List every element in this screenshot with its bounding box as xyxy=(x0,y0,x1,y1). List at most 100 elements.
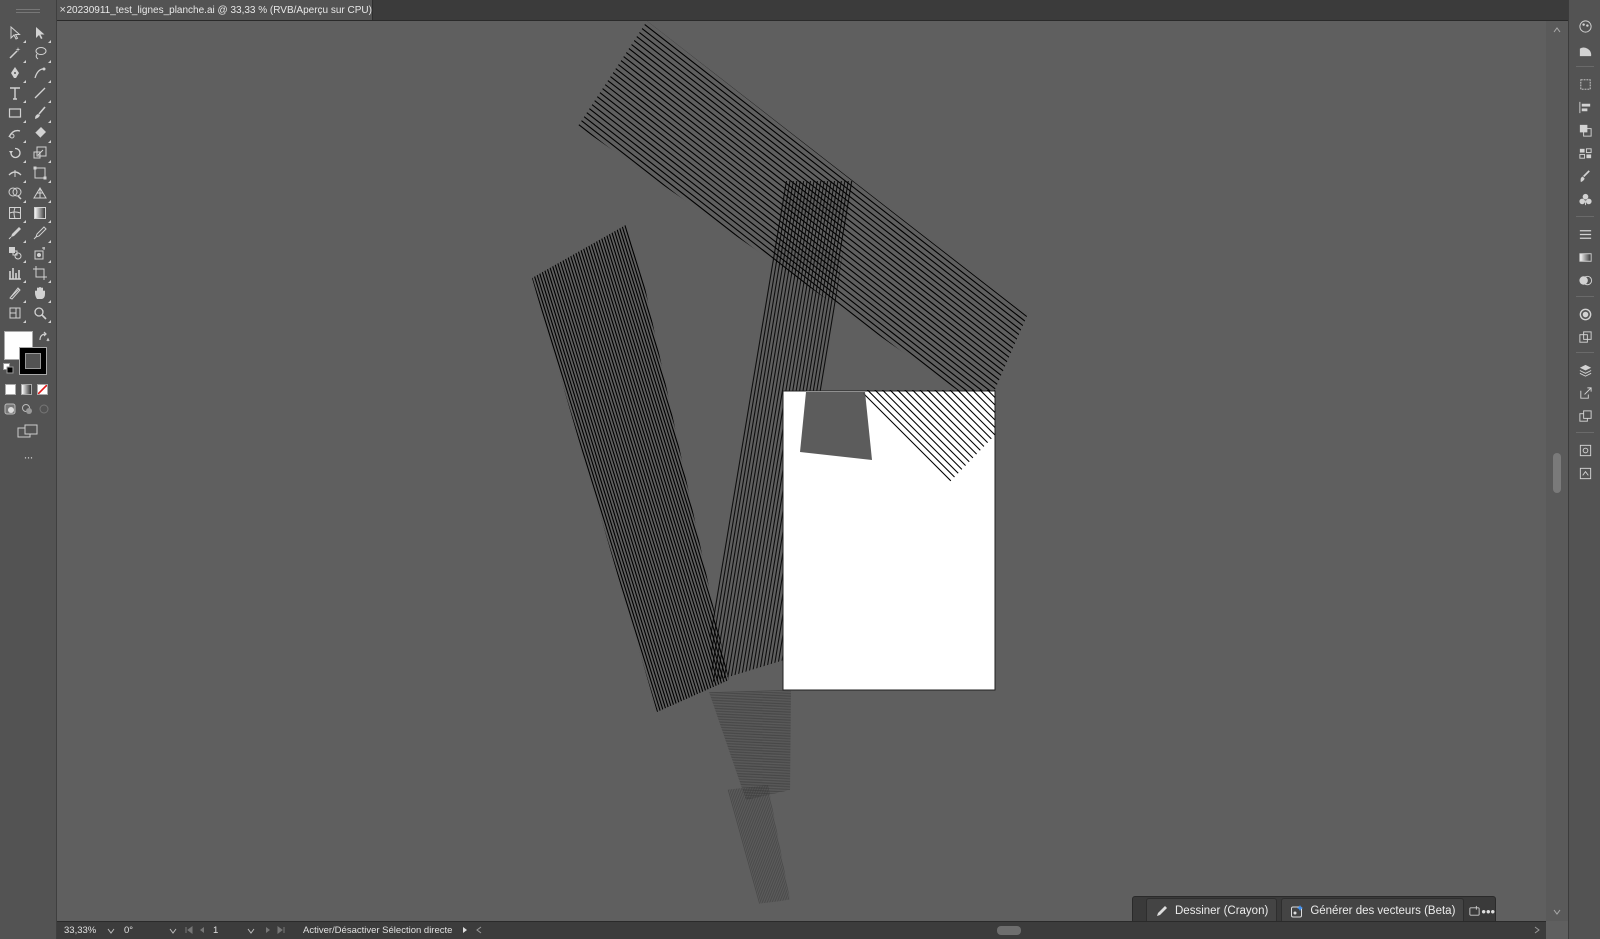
vertical-scroll-thumb[interactable] xyxy=(1553,453,1561,493)
curvature-icon xyxy=(34,67,46,79)
default-fill-stroke-icon[interactable] xyxy=(3,363,14,374)
mesh-icon xyxy=(9,207,21,219)
none-mode-button[interactable] xyxy=(37,384,48,395)
dock-button-swatches[interactable] xyxy=(1577,145,1593,161)
document-tab[interactable]: × 20230911_test_lignes_planche.ai @ 33,3… xyxy=(57,0,373,20)
tool-gradient[interactable] xyxy=(30,204,51,223)
artboard-number-field[interactable]: 1 xyxy=(213,924,243,937)
stroke-color-swatch[interactable] xyxy=(19,347,47,375)
first-artboard-icon[interactable] xyxy=(185,925,193,935)
tool-rotate[interactable] xyxy=(5,144,26,163)
hatch-line xyxy=(635,21,1027,402)
vertical-scrollbar[interactable] xyxy=(1546,21,1568,921)
tool-hand[interactable] xyxy=(30,284,51,303)
tool-symbol-sprayer[interactable] xyxy=(30,244,51,263)
tool-rectangle[interactable] xyxy=(5,104,26,123)
rotation-field[interactable]: 0° xyxy=(124,924,164,937)
dock-button-symbols[interactable] xyxy=(1577,191,1593,207)
dock-button-transform[interactable] xyxy=(1577,76,1593,92)
draw-normal-icon[interactable] xyxy=(4,403,16,415)
task-bar-more-button[interactable]: ••• xyxy=(1481,900,1495,922)
tool-eraser[interactable] xyxy=(30,124,51,143)
tool-group-indicator xyxy=(23,200,26,203)
pin-icon xyxy=(1469,905,1481,916)
properties-icon xyxy=(1579,444,1591,456)
tool-shape-builder[interactable] xyxy=(5,184,26,203)
tool-selection-arrow[interactable] xyxy=(5,24,26,43)
scroll-left-icon[interactable] xyxy=(475,925,483,935)
tool-group-indicator xyxy=(23,100,26,103)
swap-fill-stroke-icon[interactable] xyxy=(38,331,50,343)
color-mode-button[interactable] xyxy=(5,384,16,395)
tool-print-tiling[interactable] xyxy=(5,304,26,323)
tool-shaper[interactable] xyxy=(5,124,26,143)
hatch-line xyxy=(707,747,791,751)
tool-pen[interactable] xyxy=(5,64,26,83)
dock-button-transparency[interactable] xyxy=(1577,272,1593,288)
last-artboard-icon[interactable] xyxy=(277,925,285,935)
draw-pencil-label: Dessiner (Crayon) xyxy=(1175,905,1269,917)
task-bar-options-button[interactable] xyxy=(1468,900,1481,922)
tool-paintbrush[interactable] xyxy=(30,104,51,123)
dock-button-appearance[interactable] xyxy=(1577,306,1593,322)
zoom-level-field[interactable]: 33,33% xyxy=(64,924,104,937)
rotation-dropdown-icon[interactable] xyxy=(169,927,177,935)
tool-column-graph[interactable] xyxy=(5,264,26,283)
tool-direct-selection-arrow[interactable] xyxy=(30,24,51,43)
tool-lasso[interactable] xyxy=(30,44,51,63)
tool-mesh[interactable] xyxy=(5,204,26,223)
tool-eyedropper[interactable] xyxy=(5,224,26,243)
dock-button-color-guide[interactable] xyxy=(1577,42,1593,58)
artwork[interactable] xyxy=(57,21,1546,921)
tool-type[interactable] xyxy=(5,84,26,103)
tool-curvature[interactable] xyxy=(30,64,51,83)
tool-group-indicator xyxy=(48,180,51,183)
screen-mode-icon[interactable] xyxy=(17,424,39,438)
scroll-right-icon[interactable] xyxy=(1533,925,1541,935)
scroll-up-icon[interactable] xyxy=(1552,25,1562,35)
dock-button-export[interactable] xyxy=(1577,385,1593,401)
hatch-line xyxy=(629,21,1027,410)
dock-button-artboards-panel[interactable] xyxy=(1577,408,1593,424)
dock-button-graphic-styles[interactable] xyxy=(1577,329,1593,345)
draw-inside-icon[interactable] xyxy=(38,403,50,415)
dock-button-libraries[interactable] xyxy=(1577,465,1593,481)
canvas[interactable] xyxy=(57,21,1546,921)
artboard-dropdown-icon[interactable] xyxy=(247,927,255,935)
dock-button-color-panel[interactable] xyxy=(1577,18,1593,34)
close-tab-icon[interactable]: × xyxy=(59,4,66,16)
tool-width[interactable] xyxy=(5,164,26,183)
zoom-dropdown-icon[interactable] xyxy=(107,927,115,935)
horizontal-scroll-thumb[interactable] xyxy=(997,926,1021,935)
tool-slice[interactable] xyxy=(5,284,26,303)
dock-button-gradient-panel[interactable] xyxy=(1577,249,1593,265)
dock-button-layers[interactable] xyxy=(1577,362,1593,378)
tool-free-transform[interactable] xyxy=(30,164,51,183)
dock-button-pathfinder[interactable] xyxy=(1577,122,1593,138)
toolbar-grip[interactable] xyxy=(16,9,40,13)
tool-measure[interactable] xyxy=(30,224,51,243)
tool-artboard[interactable] xyxy=(30,264,51,283)
tool-blend[interactable] xyxy=(5,244,26,263)
export-icon xyxy=(1579,386,1592,399)
dock-button-properties[interactable] xyxy=(1577,442,1593,458)
next-artboard-icon[interactable] xyxy=(264,925,272,935)
dock-button-brushes[interactable] xyxy=(1577,168,1593,184)
gradient-mode-button[interactable] xyxy=(21,384,32,395)
edit-toolbar-button[interactable]: ··· xyxy=(18,450,38,464)
hatch-line xyxy=(707,742,791,747)
tool-perspective-grid[interactable] xyxy=(30,184,51,203)
status-menu-icon[interactable] xyxy=(461,925,469,935)
dock-button-align[interactable] xyxy=(1577,99,1593,115)
line-band-left[interactable] xyxy=(522,220,761,720)
shadow-shape-on-artboard[interactable] xyxy=(800,392,872,460)
previous-artboard-icon[interactable] xyxy=(198,925,206,935)
tool-magic-wand[interactable] xyxy=(5,44,26,63)
tool-scale[interactable] xyxy=(30,144,51,163)
line-band-bottom[interactable] xyxy=(700,689,800,803)
tool-zoom[interactable] xyxy=(30,304,51,323)
scroll-down-icon[interactable] xyxy=(1552,907,1562,917)
dock-button-stroke[interactable] xyxy=(1577,226,1593,242)
tool-line-segment[interactable] xyxy=(30,84,51,103)
draw-behind-icon[interactable] xyxy=(21,403,33,415)
